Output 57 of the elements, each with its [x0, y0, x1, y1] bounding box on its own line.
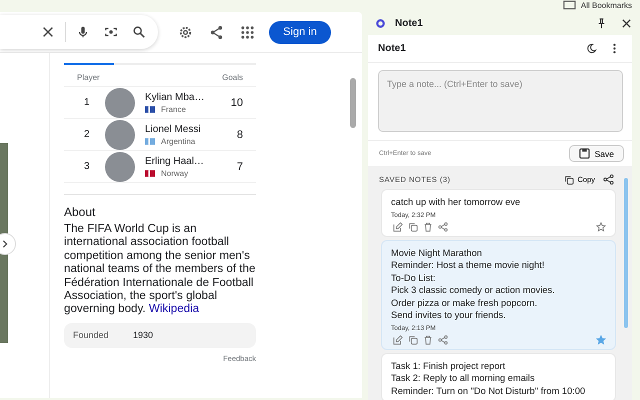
avatar: [105, 152, 135, 182]
rank-number: 2: [84, 129, 91, 140]
player-name[interactable]: Lionel Messi: [145, 124, 237, 134]
search-icon[interactable]: [132, 25, 146, 39]
next-button[interactable]: [0, 233, 16, 255]
edit-icon[interactable]: [393, 334, 403, 344]
goals-count: 7: [236, 160, 243, 172]
share-icon[interactable]: [603, 174, 614, 185]
avatar: [105, 88, 135, 118]
player-name[interactable]: Kylian Mba…: [145, 92, 231, 102]
close-icon[interactable]: [621, 18, 632, 29]
section-title: About: [64, 205, 96, 219]
rank-number: 3: [84, 161, 91, 172]
country-name: France: [161, 104, 186, 114]
tab-indicator: [64, 63, 114, 65]
column-header: Player: [77, 73, 100, 82]
panel-title: Note1: [395, 18, 424, 29]
folder-icon: [562, 0, 576, 10]
camera-icon[interactable]: [104, 25, 118, 39]
settings-icon[interactable]: [178, 24, 193, 40]
note-text: catch up with her tomorrow eve: [391, 196, 522, 208]
trash-icon[interactable]: [423, 222, 433, 232]
note-card[interactable]: Task 1: Finish project report Task 2: Reply to all morning emails Reminder: Turn on "Do Not Disturb" from 10:00: [381, 352, 616, 400]
microphone-icon[interactable]: [76, 25, 90, 39]
avatar: [105, 120, 135, 150]
rank-number: 1: [84, 97, 91, 108]
copy-icon: [564, 174, 574, 184]
save-button[interactable]: Save: [568, 145, 624, 162]
about-paragraph: The FIFA World Cup is an international association football competition among the senior men's national teams of the members of the Fédération Internationale de Football Association, the sport's global governing body. Wikipedia: [64, 222, 256, 316]
star-icon[interactable]: [596, 222, 606, 232]
trash-icon[interactable]: [423, 334, 433, 344]
column-header: Goals: [222, 73, 243, 82]
share-icon[interactable]: [209, 24, 224, 40]
pin-icon[interactable]: [596, 18, 607, 29]
note-text: Task 1: Finish project report Task 2: Reply to all morning emails Reminder: Turn on "Do Not Disturb" from 10:00: [391, 360, 586, 397]
sign-in-button[interactable]: Sign in: [269, 20, 331, 44]
clear-icon[interactable]: [41, 25, 55, 39]
note-title: Note1: [378, 43, 407, 54]
apps-grid-icon[interactable]: [240, 24, 255, 40]
wikipedia-link[interactable]: Wikipedia: [148, 302, 200, 316]
chevron-icon: [1, 240, 9, 248]
moon-icon[interactable]: [586, 43, 597, 54]
country-name: Norway: [161, 168, 188, 178]
copy-icon[interactable]: [408, 334, 418, 344]
note-text: Movie Night Marathon Reminder: Host a theme movie night! To-Do List: Pick 3 classic comedy or action movies. Order pizza or make fresh popcorn. Send invites to your friends.: [391, 246, 556, 322]
fact-label: Founded: [73, 330, 110, 340]
star-icon[interactable]: [596, 334, 606, 344]
player-name[interactable]: Erling Haal…: [145, 156, 237, 166]
goals-count: 10: [230, 96, 243, 108]
app-logo-icon: [376, 19, 385, 28]
note-input[interactable]: Type a note... (Ctrl+Enter to save): [378, 70, 623, 132]
bookmarks-label[interactable]: All Bookmarks: [580, 0, 632, 10]
edit-icon[interactable]: [393, 222, 403, 232]
country-name: Argentina: [161, 136, 196, 146]
fact-value: 1930: [133, 330, 154, 340]
goals-count: 8: [236, 128, 243, 140]
copy-icon[interactable]: [408, 222, 418, 232]
